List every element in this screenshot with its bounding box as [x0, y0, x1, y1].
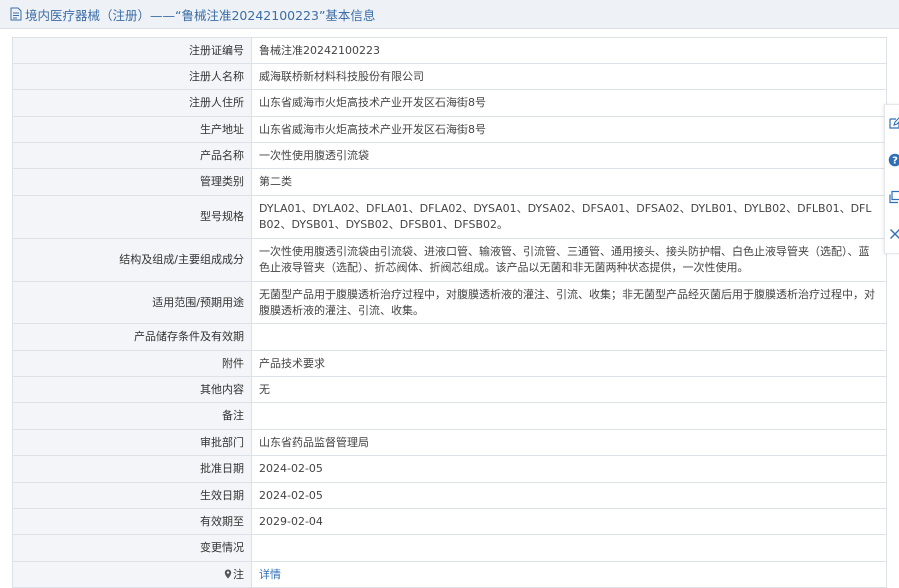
page-header: 境内医疗器械（注册）——“鲁械注准20242100223”基本信息 [0, 0, 899, 29]
field-label: 附件 [12, 350, 252, 377]
field-value: 威海联桥新材料科技股份有限公司 [251, 63, 887, 90]
field-label: 其他内容 [12, 376, 252, 403]
detail-link[interactable]: 详情 [259, 568, 281, 581]
field-value [251, 323, 887, 351]
table-row: 审批部门 山东省药品监督管理局 [12, 429, 887, 456]
table-row: 注册人名称 威海联桥新材料科技股份有限公司 [12, 63, 887, 90]
field-label: 注册人住所 [12, 89, 252, 117]
field-value: 无菌型产品用于腹膜透析治疗过程中，对腹膜透析液的灌注、引流、收集；非无菌型产品经… [251, 281, 887, 324]
page-title: 境内医疗器械（注册）——“鲁械注准20242100223”基本信息 [25, 7, 376, 23]
table-row: 注册证编号 鲁械注准20242100223 [12, 37, 887, 64]
svg-text:?: ? [892, 156, 898, 167]
table-row: 备注 [12, 402, 887, 430]
field-label: 结构及组成/主要组成成分 [12, 238, 252, 282]
field-value [251, 534, 887, 562]
table-row: 生产地址 山东省威海市火炬高技术产业开发区石海街8号 [12, 116, 887, 143]
field-value: 鲁械注准20242100223 [251, 37, 887, 64]
field-value: 无 [251, 376, 887, 403]
field-value: 山东省威海市火炬高技术产业开发区石海街8号 [251, 116, 887, 143]
field-value: 第二类 [251, 168, 887, 196]
field-value: 一次性使用腹透引流袋由引流袋、进液口管、输液管、引流管、三通管、通用接头、接头防… [251, 238, 887, 282]
field-label: 批准日期 [12, 455, 252, 483]
field-label: 审批部门 [12, 429, 252, 456]
table-row: 批准日期 2024-02-05 [12, 455, 887, 483]
detail-table: 注册证编号 鲁械注准20242100223 注册人名称 威海联桥新材料科技股份有… [12, 37, 887, 588]
help-icon[interactable]: ? [888, 153, 899, 167]
field-value: 山东省威海市火炬高技术产业开发区石海街8号 [251, 89, 887, 117]
document-icon [10, 7, 22, 21]
table-row: 有效期至 2029-02-04 [12, 508, 887, 535]
table-row: 其他内容 无 [12, 376, 887, 403]
field-label: 型号规格 [12, 195, 252, 239]
field-label: 变更情况 [12, 534, 252, 562]
field-value: 产品技术要求 [251, 350, 887, 377]
table-row: 注册人住所 山东省威海市火炬高技术产业开发区石海街8号 [12, 89, 887, 117]
field-label: 注册证编号 [12, 37, 252, 64]
table-row: 管理类别 第二类 [12, 168, 887, 196]
field-value: 一次性使用腹透引流袋 [251, 142, 887, 169]
table-row: 产品储存条件及有效期 [12, 323, 887, 351]
table-row: 附件 产品技术要求 [12, 350, 887, 377]
note-label: 注 [233, 567, 244, 581]
table-row: 产品名称 一次性使用腹透引流袋 [12, 142, 887, 169]
field-label: 生效日期 [12, 482, 252, 509]
field-value: 山东省药品监督管理局 [251, 429, 887, 456]
field-value: 2029-02-04 [251, 508, 887, 535]
field-label: 有效期至 [12, 508, 252, 535]
field-value: 2024-02-05 [251, 455, 887, 483]
table-row: 型号规格 DYLA01、DYLA02、DFLA01、DFLA02、DYSA01、… [12, 195, 887, 239]
copy-icon[interactable] [888, 190, 899, 204]
edit-icon[interactable] [888, 116, 899, 130]
close-icon[interactable] [888, 227, 899, 241]
field-value [251, 402, 887, 430]
side-toolbar: ? [884, 104, 899, 254]
field-value: 2024-02-05 [251, 482, 887, 509]
table-row: 变更情况 [12, 534, 887, 562]
field-label: 产品名称 [12, 142, 252, 169]
field-label: 适用范围/预期用途 [12, 281, 252, 324]
field-label: 管理类别 [12, 168, 252, 196]
table-row: 结构及组成/主要组成成分 一次性使用腹透引流袋由引流袋、进液口管、输液管、引流管… [12, 238, 887, 282]
table-row: 适用范围/预期用途 无菌型产品用于腹膜透析治疗过程中，对腹膜透析液的灌注、引流、… [12, 281, 887, 324]
field-label: 产品储存条件及有效期 [12, 323, 252, 351]
field-label: 生产地址 [12, 116, 252, 143]
table-row: 生效日期 2024-02-05 [12, 482, 887, 509]
field-label: 注册人名称 [12, 63, 252, 90]
field-value: DYLA01、DYLA02、DFLA01、DFLA02、DYSA01、DYSA0… [251, 195, 887, 239]
map-pin-icon [224, 569, 232, 578]
field-label: 备注 [12, 402, 252, 430]
